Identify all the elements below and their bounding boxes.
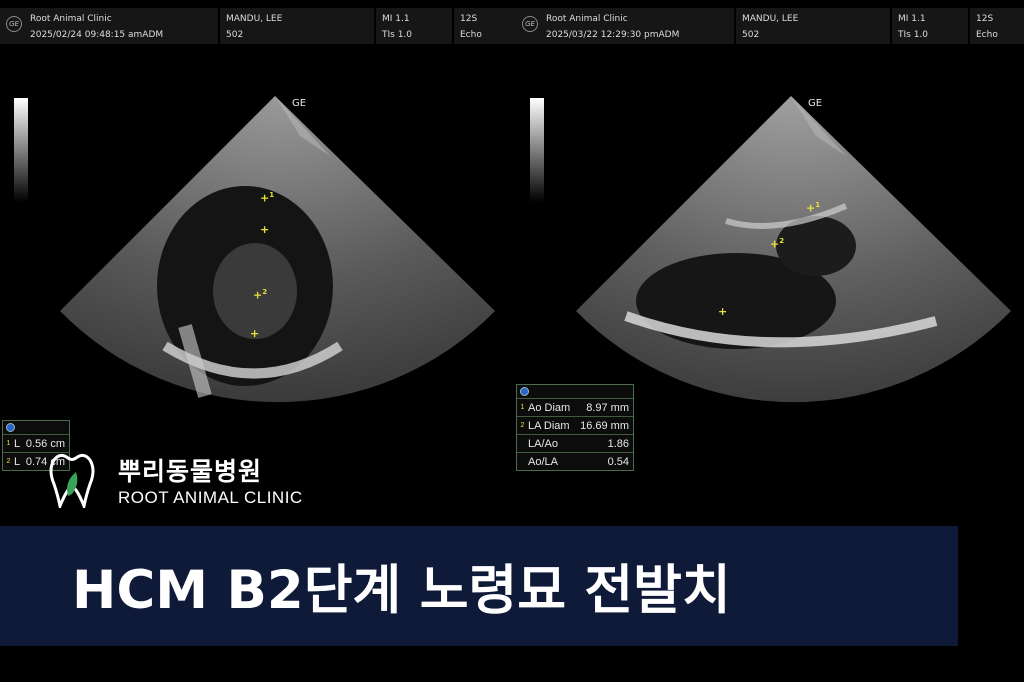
measurement-box: 1 Ao Diam 8.97 mm 2 LA Diam 16.69 mm LA/… [516,384,634,471]
exam-datetime: 2025/02/24 09:48:15 amADM [30,30,164,40]
exam-datetime: 2025/03/22 12:29:30 pmADM [546,30,680,40]
tooth-leaf-icon [49,453,95,508]
measurement-row: 1 Ao Diam 8.97 mm [517,398,633,416]
right-ultrasound-panel: GE Root Animal Clinic 2025/03/22 12:29:3… [516,0,1024,520]
measure-icon [520,387,529,396]
patient-id: 502 [742,30,760,40]
mode-label: Echo [976,30,998,40]
caliper-marker: + [260,223,270,236]
scan-ge-tag: GE [808,98,823,109]
clinic-label: Root Animal Clinic [30,14,112,24]
caliper-marker: +2 [253,288,268,302]
ultrasound-header: GE Root Animal Clinic 2025/02/24 09:48:1… [0,8,518,44]
patient-name: MANDU, LEE [226,14,283,24]
patient-id: 502 [226,30,244,40]
measurement-row: 1 L 0.56 cm [3,434,69,452]
measure-icon [6,423,15,432]
echo-scan-image [576,96,1011,403]
probe-label: 12S [460,14,478,24]
tis-value: TIs 1.0 [898,30,929,40]
mode-label: Echo [460,30,482,40]
caliper-marker: + [718,305,728,318]
clinic-name-korean: 뿌리동물병원 [118,457,263,486]
title-banner: HCM B2단계 노령묘 전발치 [0,526,958,646]
scan-ge-tag: GE [292,98,307,109]
ge-logo-icon: GE [6,16,22,32]
caliper-marker: +2 [770,237,785,251]
echo-scan-image [60,96,495,403]
clinic-name-english: ROOT ANIMAL CLINIC [118,488,303,507]
ge-logo-icon: GE [522,16,538,32]
mi-value: MI 1.1 [898,14,926,24]
mi-value: MI 1.1 [382,14,410,24]
measurement-row: Ao/LA 0.54 [517,452,633,470]
probe-label: 12S [976,14,994,24]
clinic-label: Root Animal Clinic [546,14,628,24]
caliper-marker: +1 [260,191,275,205]
caliper-marker: +1 [806,201,821,215]
patient-name: MANDU, LEE [742,14,799,24]
ultrasound-header: GE Root Animal Clinic 2025/03/22 12:29:3… [516,8,1024,44]
banner-title: HCM B2단계 노령묘 전발치 [72,560,731,621]
measurement-row: 2 LA Diam 16.69 mm [517,416,633,434]
measurement-row: LA/Ao 1.86 [517,434,633,452]
tis-value: TIs 1.0 [382,30,413,40]
caliper-marker: + [250,327,260,340]
left-ultrasound-panel: GE Root Animal Clinic 2025/02/24 09:48:1… [0,0,516,520]
